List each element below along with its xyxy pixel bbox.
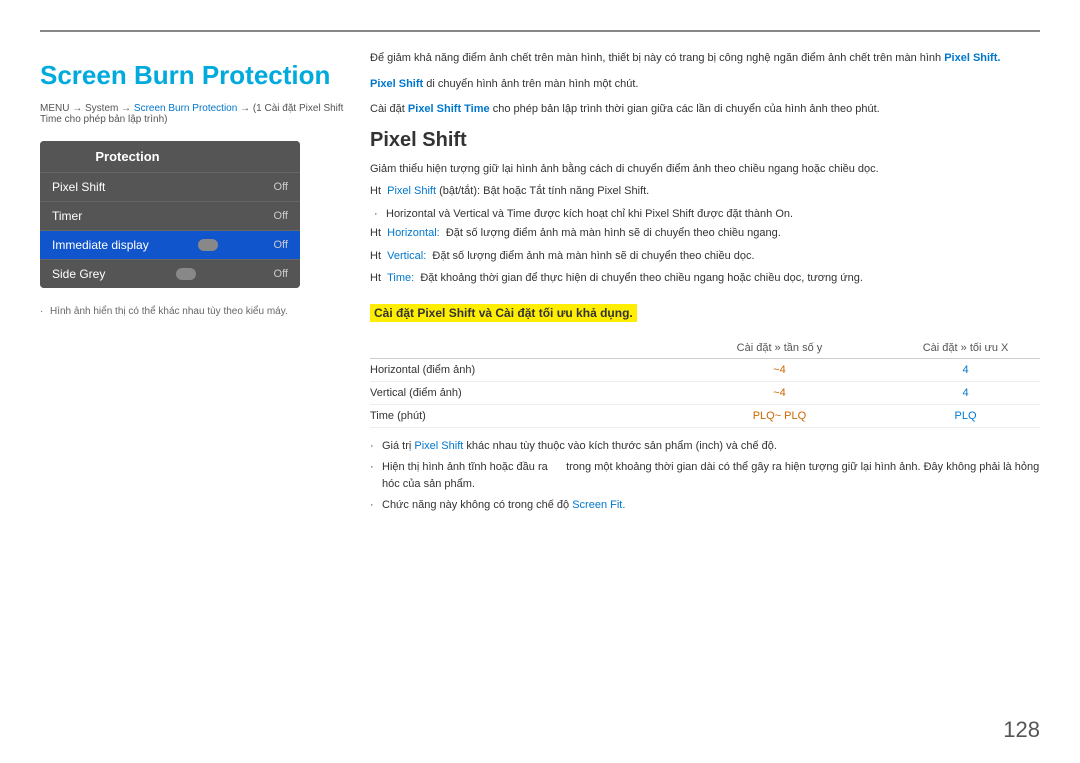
menu-item-immediate-display[interactable]: Immediate display Off (40, 230, 300, 259)
bullets-section: Giá trị Pixel Shift khác nhau tùy thuộc … (370, 438, 1040, 514)
side-grey-value: Off (274, 268, 288, 280)
vertical-val2: 4 (891, 387, 1040, 399)
ht4: Ht Time: Đặt khoảng thời gian để thực hi… (370, 269, 1040, 288)
intro-text-2: Pixel Shift di chuyển hình ảnh trên màn … (370, 76, 1040, 94)
page-title: Screen Burn Protection (40, 60, 350, 91)
table-col-1-header: Cài đặt » tần số y (668, 342, 891, 354)
immediate-display-label: Immediate display (52, 238, 149, 252)
side-grey-label: Side Grey (52, 267, 105, 281)
highlight-box-container: Cài đặt Pixel Shift và Cài đặt tối ưu kh… (370, 296, 1040, 330)
horizontal-val1: ~4 (668, 364, 891, 376)
bullet-item-3: Chức năng này không có trong chế độ Scre… (370, 497, 1040, 515)
table-row-horizontal: Horizontal (điểm ảnh) ~4 4 (370, 359, 1040, 382)
ht3: Ht Vertical: Đặt số lượng điểm ảnh mà mà… (370, 247, 1040, 266)
bullet-item-2: Hiện thị hình ảnh tĩnh hoặc đầu ra trong… (370, 459, 1040, 494)
pixel-shift-label: Pixel Shift (52, 180, 105, 194)
section-title: Pixel Shift (370, 129, 1040, 152)
pixel-shift-time-ref: Pixel Shift Time (408, 103, 490, 115)
menu-item-timer[interactable]: Timer Off (40, 201, 300, 230)
time-val2: PLQ (891, 410, 1040, 422)
right-panel: Để giảm khả năng điểm ảnh chết trên màn … (370, 50, 1040, 517)
ht1: Ht Pixel Shift (bật/tắt): Bật hoặc Tắt t… (370, 182, 1040, 201)
footnote: Hình ảnh hiển thị có thể khác nhau tùy t… (40, 306, 350, 317)
intro-text-1: Để giảm khả năng điểm ảnh chết trên màn … (370, 50, 1040, 68)
bullet-item-1: Giá trị Pixel Shift khác nhau tùy thuộc … (370, 438, 1040, 456)
horizontal-val2: 4 (891, 364, 1040, 376)
pixel-shift-ref: Pixel Shift (370, 78, 423, 90)
breadcrumb: MENU → System → Screen Burn Protection →… (40, 103, 350, 125)
time-label: Time (phút) (370, 410, 668, 422)
timer-value: Off (274, 210, 288, 222)
ht1-sub-blue: Horizontal (386, 208, 436, 220)
ht1-sub-blue3: Time (507, 208, 531, 220)
table-row-time: Time (phút) PLQ~ PLQ PLQ (370, 405, 1040, 428)
page-number: 128 (1003, 717, 1040, 743)
vertical-label: Vertical (điểm ảnh) (370, 387, 668, 399)
ht2: Ht Horizontal: Đặt số lượng điểm ảnh mà … (370, 224, 1040, 243)
table-header: Cài đặt » tần số y Cài đặt » tối ưu X (370, 338, 1040, 359)
table-row-vertical: Vertical (điểm ảnh) ~4 4 (370, 382, 1040, 405)
table-col-2-header: Cài đặt » tối ưu X (891, 342, 1040, 354)
menu-item-pixel-shift[interactable]: Pixel Shift Off (40, 172, 300, 201)
toggle-icon-side-grey (176, 268, 196, 280)
ht1-blue: Pixel Shift (387, 185, 436, 197)
horizontal-label: Horizontal (điểm ảnh) (370, 364, 668, 376)
left-panel: Screen Burn Protection MENU → System → S… (40, 50, 350, 317)
ht1-sub-orange: Pixel Shift (645, 208, 694, 220)
pixel-shift-link: Pixel Shift. (944, 52, 1000, 64)
pixel-shift-value: Off (274, 181, 288, 193)
highlight-box: Cài đặt Pixel Shift và Cài đặt tối ưu kh… (370, 304, 637, 322)
bullet3-blue: Screen Fit. (572, 499, 625, 511)
menu-item-side-grey[interactable]: Side Grey Off (40, 259, 300, 288)
ht1-sub: Horizontal và Vertical và Time được kích… (370, 205, 1040, 224)
section-desc: Giảm thiểu hiện tượng giữ lại hình ảnh b… (370, 160, 1040, 179)
toggle-icon (198, 239, 218, 251)
vertical-val1: ~4 (668, 387, 891, 399)
menu-container: Protection Pixel Shift Off Timer Off Imm… (40, 141, 300, 288)
timer-label: Timer (52, 209, 82, 223)
ht4-blue: Time: (387, 272, 414, 284)
top-divider (40, 30, 1040, 32)
menu-header: Protection (40, 141, 300, 172)
table-col-empty (370, 342, 668, 354)
time-val1: PLQ~ PLQ (668, 410, 891, 422)
immediate-display-value: Off (274, 239, 288, 251)
pixel-shift-table: Cài đặt » tần số y Cài đặt » tối ưu X Ho… (370, 338, 1040, 428)
ht3-blue: Vertical: (387, 250, 426, 262)
ht2-blue: Horizontal: (387, 227, 440, 239)
bullet1-blue: Pixel Shift (414, 440, 463, 452)
ht1-sub-blue2: Vertical (453, 208, 489, 220)
intro-text-3: Cài đặt Pixel Shift Time cho phép bản lậ… (370, 101, 1040, 119)
breadcrumb-highlight: Screen Burn Protection (134, 103, 237, 114)
